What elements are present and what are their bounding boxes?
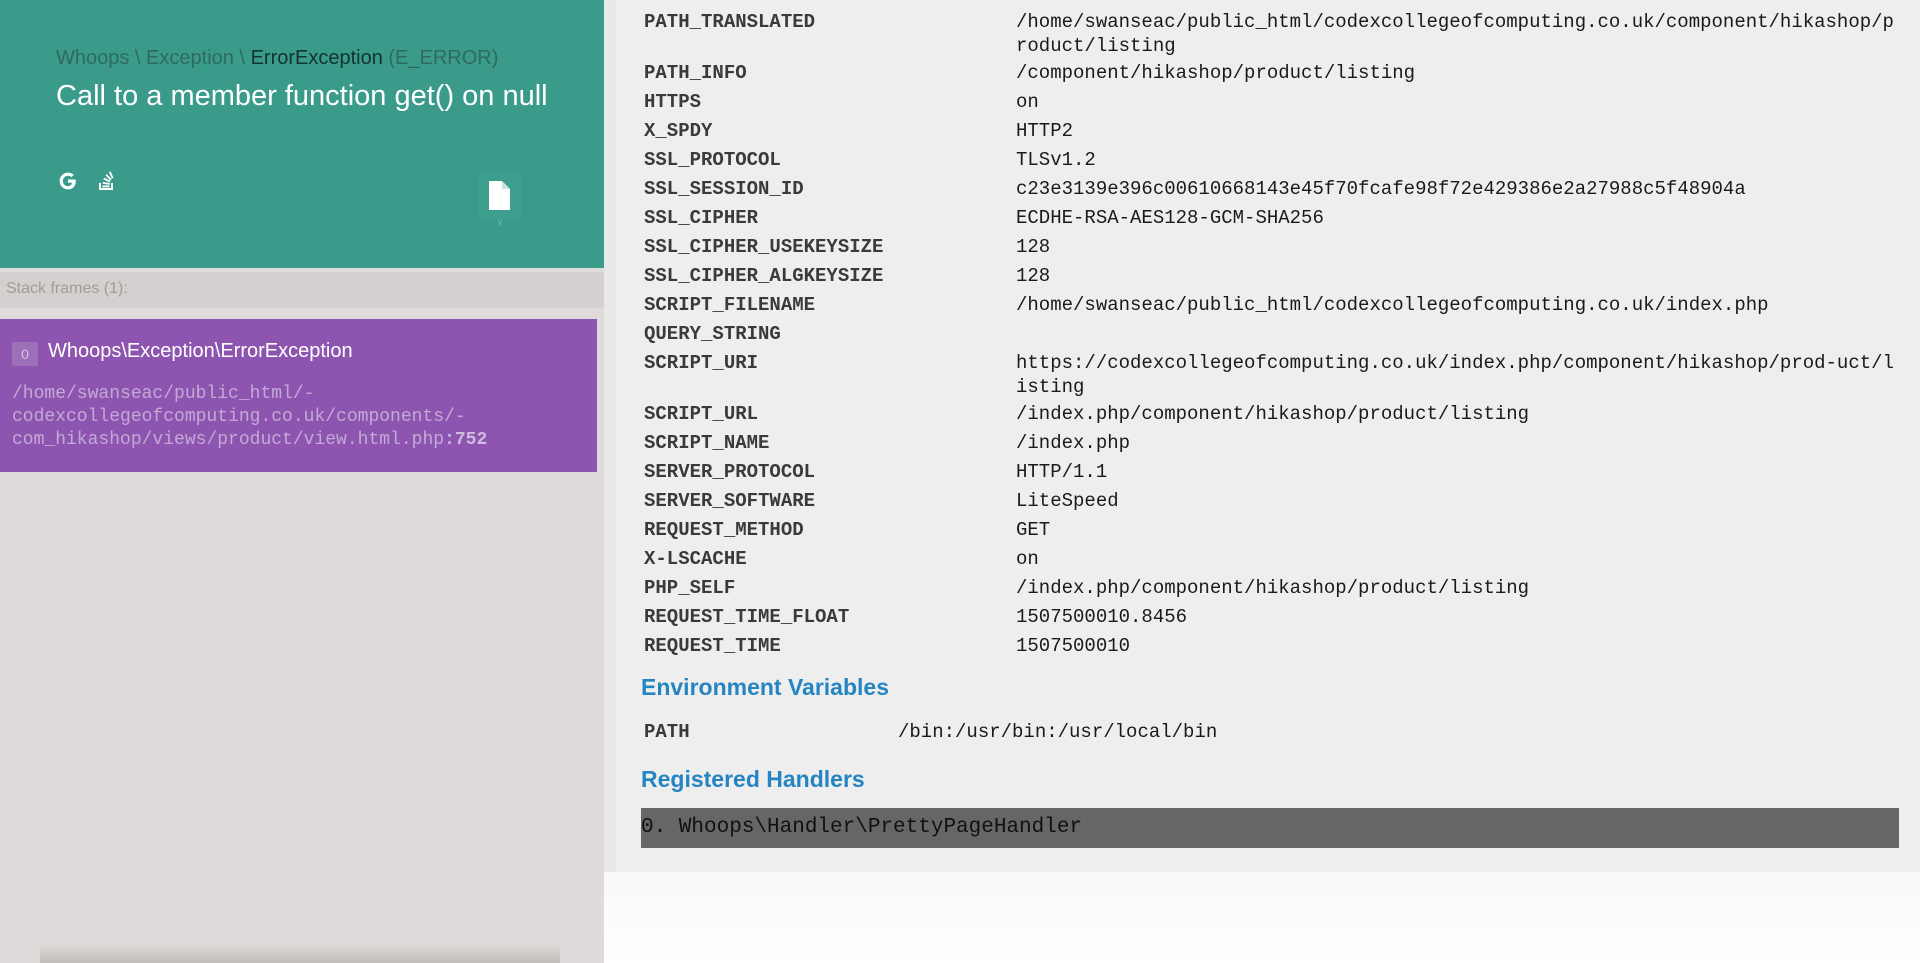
registered-handlers-title: Registered Handlers bbox=[641, 766, 865, 792]
server-var-value: on bbox=[1016, 548, 1039, 570]
stackoverflow-search-icon[interactable] bbox=[97, 170, 117, 197]
server-var-value: 1507500010.8456 bbox=[1016, 606, 1188, 628]
copy-icon bbox=[489, 181, 510, 227]
server-var-value: /component/hikashop/product/listing bbox=[1016, 62, 1416, 84]
server-var-row: SCRIPT_URL/index.php/component/hikashop/… bbox=[644, 402, 1896, 431]
environment-variables-table: PATH/bin:/usr/bin:/usr/local/bin bbox=[644, 720, 1217, 744]
server-var-key: SCRIPT_URI bbox=[644, 352, 759, 374]
environment-variables-title: Environment Variables bbox=[641, 674, 889, 700]
search-links bbox=[57, 170, 131, 197]
server-var-value: 128 bbox=[1016, 236, 1051, 258]
handler-item: 0. Whoops\Handler\PrettyPageHandler bbox=[641, 808, 1899, 848]
server-var-key: SCRIPT_NAME bbox=[644, 432, 770, 454]
server-var-row: SSL_CIPHER ECDHE-RSA-AES128-GCM-SHA256 bbox=[644, 206, 1896, 235]
server-var-key: SSL_PROTOCOL bbox=[644, 149, 781, 171]
server-var-value: /index.php/component/hikashop/product/li… bbox=[1016, 403, 1530, 425]
server-var-row: QUERY_STRING bbox=[644, 322, 1896, 351]
server-var-row: SSL_CIPHER_USEKEYSIZE 128 bbox=[644, 235, 1896, 264]
server-var-key: REQUEST_TIME_FLOAT bbox=[644, 606, 850, 628]
server-var-row: SCRIPT_FILENAME/home/swanseac/public_htm… bbox=[644, 293, 1896, 322]
server-var-value: HTTP/1.1 bbox=[1016, 461, 1108, 483]
copy-button[interactable] bbox=[478, 173, 522, 227]
breadcrumb-part: (E_ERROR) bbox=[382, 47, 499, 69]
details-panel-footer bbox=[604, 872, 1920, 963]
server-var-key: X_SPDY bbox=[644, 120, 713, 142]
server-var-value: /home/swanseac/public_html/codexcollegeo… bbox=[1016, 294, 1769, 316]
server-var-row: X_SPDY HTTP2 bbox=[644, 119, 1896, 148]
env-var-value: /bin:/usr/bin:/usr/local/bin bbox=[898, 721, 1218, 743]
server-var-row: SERVER_SOFTWARE LiteSpeed bbox=[644, 489, 1896, 518]
server-var-key: SSL_CIPHER_ALGKEYSIZE bbox=[644, 265, 884, 287]
server-var-row: SCRIPT_NAME/index.php bbox=[644, 431, 1896, 460]
server-var-row: SERVER_PROTOCOL HTTP/1.1 bbox=[644, 460, 1896, 489]
server-var-key: SSL_CIPHER_USEKEYSIZE bbox=[644, 236, 884, 258]
left-panel-shade bbox=[40, 943, 560, 963]
server-var-value: /index.php/component/hikashop/product/li… bbox=[1016, 577, 1530, 599]
server-var-row: PATH_INFO/component/hikashop/product/lis… bbox=[644, 61, 1896, 90]
stack-frame-index: 0 bbox=[12, 342, 38, 366]
server-var-value: on bbox=[1016, 91, 1039, 113]
server-var-key: PATH_INFO bbox=[644, 62, 747, 84]
server-var-key: SSL_SESSION_ID bbox=[644, 178, 804, 200]
server-var-row: X-LSCACHE on bbox=[644, 547, 1896, 576]
server-var-value: GET bbox=[1016, 519, 1051, 541]
server-var-key: QUERY_STRING bbox=[644, 323, 781, 345]
server-var-key: SCRIPT_FILENAME bbox=[644, 294, 816, 316]
stack-frames-label: Stack frames (1): bbox=[6, 280, 128, 297]
server-var-key: HTTPS bbox=[644, 91, 702, 113]
stack-frame-class: Whoops\Exception\ErrorException bbox=[48, 340, 353, 362]
server-var-row: SCRIPT_URI https://codexcollegeofcomputin… bbox=[644, 351, 1896, 402]
panel-divider bbox=[604, 0, 616, 872]
server-var-row: SSL_SESSION_ID c23e3139e396c00610668143e4… bbox=[644, 177, 1896, 206]
server-var-value: /index.php bbox=[1016, 432, 1131, 454]
server-var-value bbox=[1016, 322, 1896, 351]
server-var-key: PHP_SELF bbox=[644, 577, 736, 599]
server-var-key: REQUEST_TIME bbox=[644, 635, 781, 657]
server-var-value: TLSv1.2 bbox=[1016, 149, 1096, 171]
breadcrumb-part: Whoops \ bbox=[56, 47, 147, 69]
server-var-key: SSL_CIPHER bbox=[644, 207, 759, 229]
server-var-key: SERVER_PROTOCOL bbox=[644, 461, 816, 483]
stack-frame-path: /home/swanseac/public_html/- codexcolleg… bbox=[12, 384, 466, 450]
server-var-row: REQUEST_METHOD GET bbox=[644, 518, 1896, 547]
server-var-row: SSL_PROTOCOL TLSv1.2 bbox=[644, 148, 1896, 177]
server-var-value: 128 bbox=[1016, 265, 1051, 287]
server-var-value: https://codexcollegeofcomputing.co.uk/in… bbox=[1016, 352, 1894, 398]
exception-class-breadcrumb: Whoops \ Exception \ ErrorException (E_E… bbox=[56, 47, 498, 70]
server-var-row: REQUEST_TIME 1507500010 bbox=[644, 634, 1896, 663]
server-var-row: PATH_TRANSLATED/home/swanseac/public_htm… bbox=[644, 10, 1896, 61]
env-var-key: PATH bbox=[644, 721, 690, 743]
breadcrumb-part: Exception \ bbox=[146, 47, 251, 69]
server-request-table: PATH_TRANSLATED/home/swanseac/public_htm… bbox=[644, 10, 1896, 663]
server-var-value: 1507500010 bbox=[1016, 635, 1131, 657]
env-var-row: PATH/bin:/usr/bin:/usr/local/bin bbox=[644, 720, 1217, 744]
server-var-value: /home/swanseac/public_html/codexcollegeo… bbox=[1016, 11, 1894, 57]
stack-frame-line: :752 bbox=[444, 430, 488, 450]
exception-message: Call to a member function get() on null bbox=[56, 80, 548, 112]
server-var-value: HTTP2 bbox=[1016, 120, 1074, 142]
server-var-value: c23e3139e396c00610668143e45f70fcafe98f72… bbox=[1016, 178, 1746, 200]
server-var-row: HTTPS on bbox=[644, 90, 1896, 119]
server-var-key: REQUEST_METHOD bbox=[644, 519, 804, 541]
server-var-row: REQUEST_TIME_FLOAT 1507500010.8456 bbox=[644, 605, 1896, 634]
server-var-key: X-LSCACHE bbox=[644, 548, 747, 570]
stack-frame-file: /home/swanseac/public_html/- codexcolleg… bbox=[12, 383, 572, 452]
server-var-key: PATH_TRANSLATED bbox=[644, 11, 816, 33]
server-var-key: SERVER_SOFTWARE bbox=[644, 490, 816, 512]
server-var-value: ECDHE-RSA-AES128-GCM-SHA256 bbox=[1016, 207, 1324, 229]
server-var-value: LiteSpeed bbox=[1016, 490, 1119, 512]
server-var-key: SCRIPT_URL bbox=[644, 403, 759, 425]
server-var-row: SSL_CIPHER_ALGKEYSIZE 128 bbox=[644, 264, 1896, 293]
google-search-icon[interactable] bbox=[57, 170, 79, 197]
server-var-row: PHP_SELF/index.php/component/hikashop/pr… bbox=[644, 576, 1896, 605]
breadcrumb-part: ErrorException bbox=[250, 47, 383, 69]
